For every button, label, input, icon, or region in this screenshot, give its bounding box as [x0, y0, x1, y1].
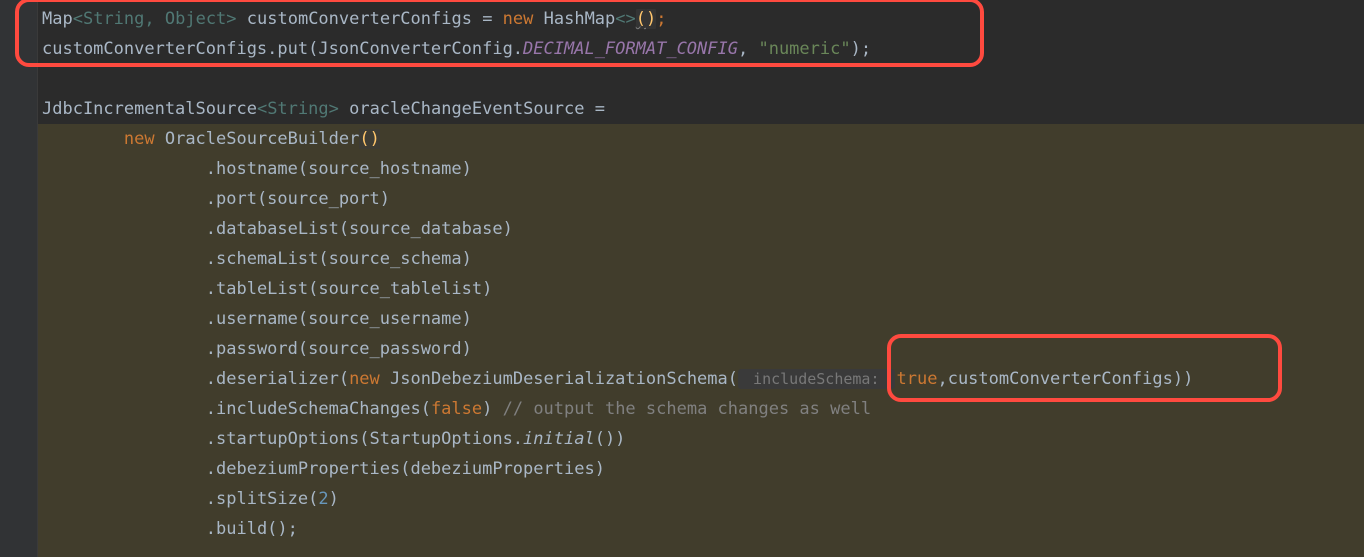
call-password: .password(source_password) — [206, 339, 472, 359]
code-line-17[interactable]: .splitSize(2) — [0, 484, 1364, 514]
angle-close: > — [226, 9, 236, 29]
static-method-initial: initial — [523, 429, 595, 449]
call-includeschemachanges: .includeSchemaChanges( — [206, 399, 431, 419]
type-map: Map — [42, 9, 73, 29]
keyword-true: true — [897, 369, 938, 389]
code-line-18[interactable]: .build(); — [0, 514, 1364, 544]
code-line-16[interactable]: .debeziumProperties(debeziumProperties) — [0, 454, 1364, 484]
constant-decimal-format-config: DECIMAL_FORMAT_CONFIG — [523, 39, 738, 59]
code-line-9[interactable]: .schemaList(source_schema) — [0, 244, 1364, 274]
var-oraclechangeeventsource: oracleChangeEventSource = — [339, 99, 605, 119]
call-startupoptions: .startupOptions(StartupOptions. — [206, 429, 523, 449]
call-tablelist: .tableList(source_tablelist) — [206, 279, 493, 299]
comma: , — [738, 39, 758, 59]
string-numeric: "numeric" — [758, 39, 850, 59]
indent — [42, 129, 124, 149]
call-deserializer: .deserializer( — [206, 369, 349, 389]
keyword-new: new — [349, 369, 390, 389]
call-build: .build(); — [206, 519, 298, 539]
paren-close: ) — [329, 489, 339, 509]
type-oraclesourcebuilder: OracleSourceBuilder — [165, 129, 359, 149]
indent — [42, 339, 206, 359]
call-port: .port(source_port) — [206, 189, 390, 209]
angle-open: < — [257, 99, 267, 119]
keyword-new: new — [124, 129, 165, 149]
code-line-7[interactable]: .port(source_port) — [0, 184, 1364, 214]
paren-open: ( — [636, 9, 646, 29]
keyword-false: false — [431, 399, 482, 419]
comma: , — [144, 9, 164, 29]
code-line-4[interactable]: JdbcIncrementalSource<String> oracleChan… — [0, 94, 1364, 124]
type-jsondebeziumdeserializationschema: JsonDebeziumDeserializationSchema( — [390, 369, 738, 389]
code-line-13[interactable]: .deserializer(new JsonDebeziumDeserializ… — [0, 364, 1364, 394]
indent — [42, 219, 206, 239]
literal-2: 2 — [318, 489, 328, 509]
paren-semi: ); — [851, 39, 871, 59]
indent — [42, 189, 206, 209]
indent — [42, 519, 206, 539]
code-line-1[interactable]: Map<String, Object> customConverterConfi… — [0, 4, 1364, 34]
call-splitsize: .splitSize( — [206, 489, 319, 509]
indent — [42, 429, 206, 449]
comment-output-schema: // output the schema changes as well — [503, 399, 871, 419]
indent — [42, 279, 206, 299]
paren-open: ( — [359, 129, 369, 149]
type-hashmap: HashMap — [544, 9, 616, 29]
indent — [42, 489, 206, 509]
equals: = — [482, 9, 502, 29]
code-text: customConverterConfigs.put(JsonConverter… — [42, 39, 523, 59]
code-line-10[interactable]: .tableList(source_tablelist) — [0, 274, 1364, 304]
keyword-new: new — [503, 9, 544, 29]
indent — [42, 369, 206, 389]
angle-open: < — [73, 9, 83, 29]
code-line-6[interactable]: .hostname(source_hostname) — [0, 154, 1364, 184]
call-hostname: .hostname(source_hostname) — [206, 159, 472, 179]
call-schemalist: .schemaList(source_schema) — [206, 249, 472, 269]
type-object: Object — [165, 9, 226, 29]
angle-close: > — [329, 99, 339, 119]
code-line-8[interactable]: .databaseList(source_database) — [0, 214, 1364, 244]
code-line-14[interactable]: .includeSchemaChanges(false) // output t… — [0, 394, 1364, 424]
paren-close: ()) — [595, 429, 626, 449]
code-line-11[interactable]: .username(source_username) — [0, 304, 1364, 334]
call-debeziumproperties: .debeziumProperties(debeziumProperties) — [206, 459, 605, 479]
paren-close: ) — [482, 399, 502, 419]
parameter-hint-includeschema: includeSchema: — [738, 369, 895, 389]
call-databaselist: .databaseList(source_database) — [206, 219, 513, 239]
call-username: .username(source_username) — [206, 309, 472, 329]
indent — [42, 309, 206, 329]
type-string: String — [83, 9, 144, 29]
indent — [42, 159, 206, 179]
diamond: <> — [615, 9, 635, 29]
type-string: String — [267, 99, 328, 119]
arg-customconverterconfigs: ,customConverterConfigs)) — [937, 369, 1193, 389]
code-line-5[interactable]: new OracleSourceBuilder() — [0, 124, 1364, 154]
semicolon: ; — [656, 9, 666, 29]
paren-close: ) — [370, 129, 380, 149]
blank-line — [0, 64, 1364, 94]
indent — [42, 459, 206, 479]
indent — [42, 399, 206, 419]
paren-close: ) — [646, 9, 656, 29]
code-line-15[interactable]: .startupOptions(StartupOptions.initial()… — [0, 424, 1364, 454]
code-line-2[interactable]: customConverterConfigs.put(JsonConverter… — [0, 34, 1364, 64]
code-editor[interactable]: Map<String, Object> customConverterConfi… — [0, 0, 1364, 544]
indent — [42, 249, 206, 269]
type-jdbcincrementalsource: JdbcIncrementalSource — [42, 99, 257, 119]
var-customconverterconfigs: customConverterConfigs — [237, 9, 483, 29]
code-line-12[interactable]: .password(source_password) — [0, 334, 1364, 364]
